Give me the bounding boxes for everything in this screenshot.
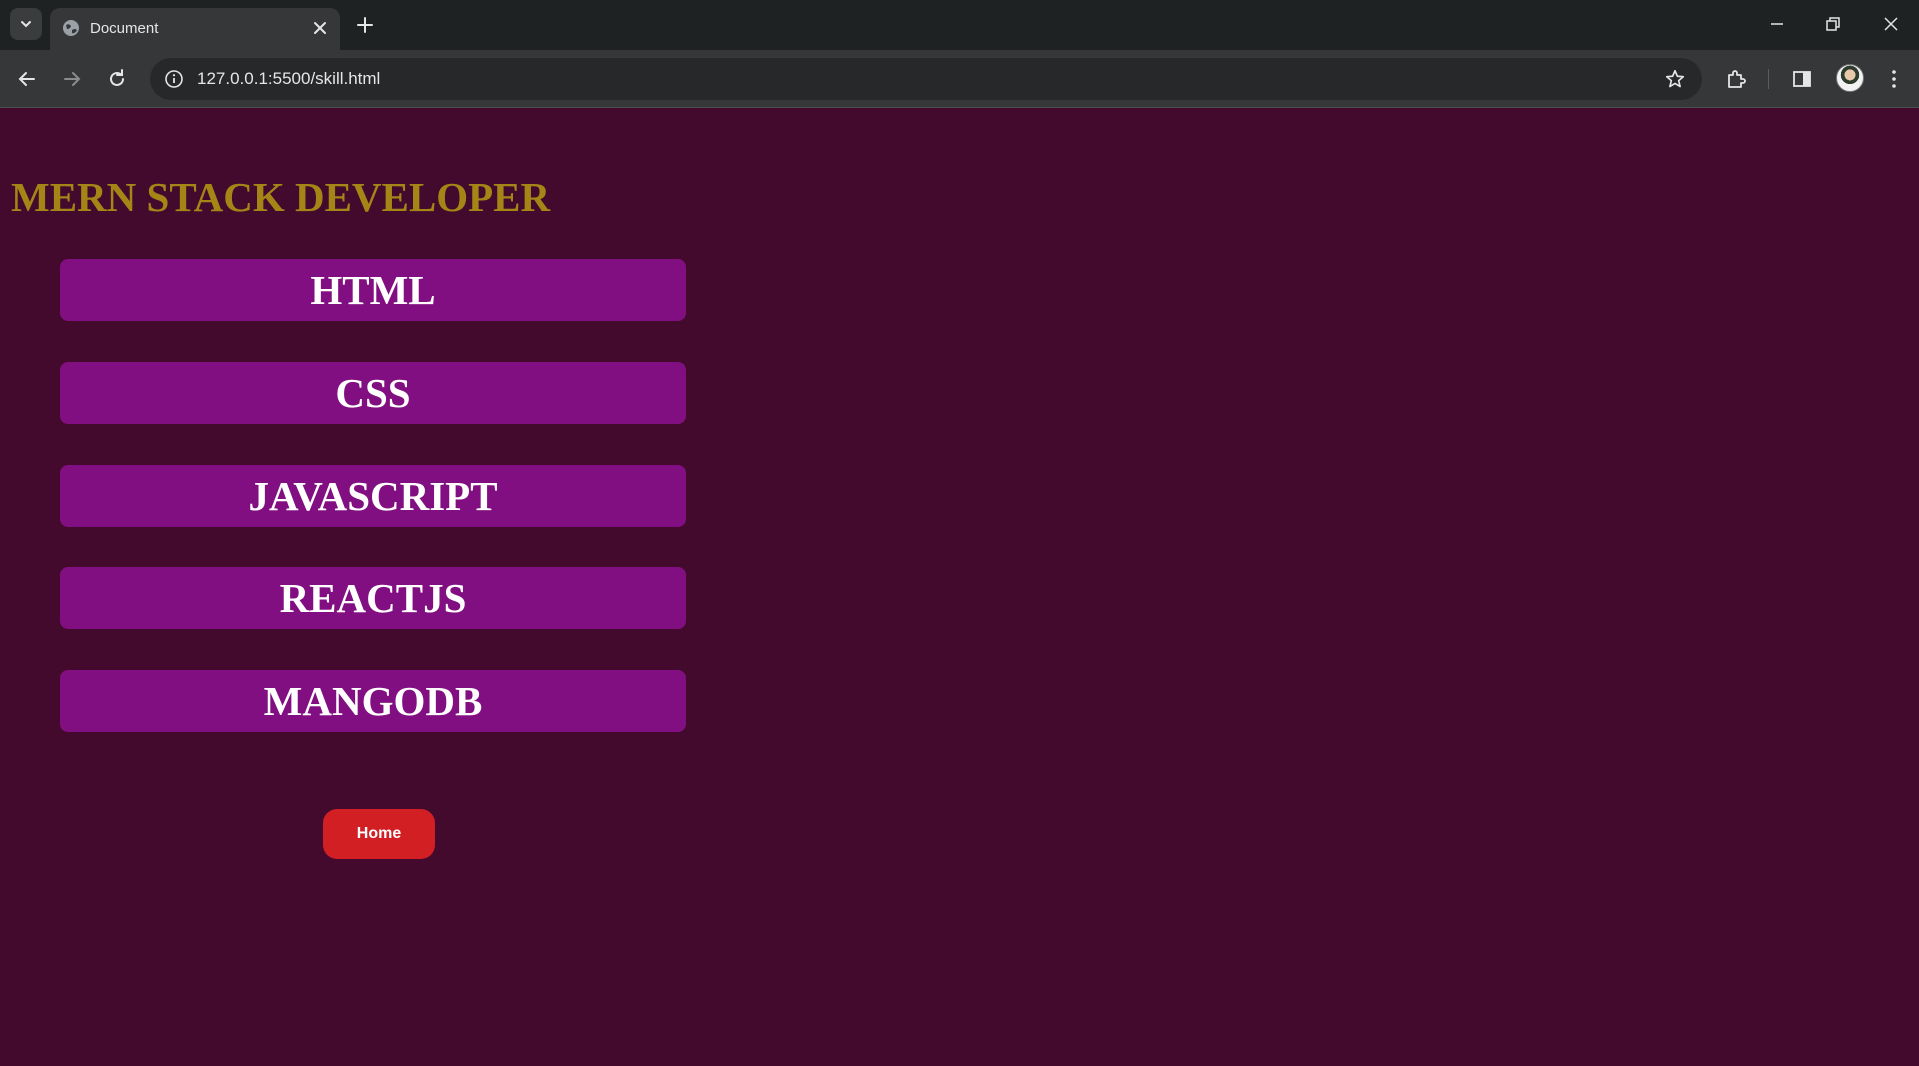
skill-button-css[interactable]: CSS [60,362,686,424]
skill-button-reactjs[interactable]: REACTJS [60,567,686,629]
back-arrow-icon[interactable] [15,67,39,91]
close-window-icon[interactable] [1881,14,1901,34]
tab-title: Document [90,20,159,37]
page-title: MERN STACK DEVELOPER [11,174,551,220]
skill-button-javascript[interactable]: JAVASCRIPT [60,465,686,527]
close-tab-icon[interactable] [312,20,328,36]
tab-search-button[interactable] [10,8,42,40]
side-panel-icon[interactable] [1790,67,1814,91]
address-bar[interactable]: 127.0.0.1:5500/skill.html [150,58,1702,100]
skill-button-html[interactable]: HTML [60,259,686,321]
reload-icon[interactable] [105,67,129,91]
bookmark-star-icon[interactable] [1664,68,1686,90]
restore-icon[interactable] [1823,14,1843,34]
globe-icon [63,20,79,36]
site-info-icon[interactable] [164,69,184,89]
chevron-down-icon [21,21,31,28]
more-menu-icon[interactable] [1882,67,1906,91]
minimize-icon[interactable] [1767,14,1787,34]
skill-button-mangodb[interactable]: MANGODB [60,670,686,732]
profile-avatar[interactable] [1836,64,1864,92]
tab-strip: Document [0,0,1919,50]
browser-tab[interactable]: Document [50,8,340,50]
url-text[interactable]: 127.0.0.1:5500/skill.html [197,69,380,89]
forward-arrow-icon[interactable] [60,67,84,91]
toolbar-separator [1768,69,1769,89]
page-content: MERN STACK DEVELOPER HTML CSS JAVASCRIPT… [0,109,1919,1066]
home-button[interactable]: Home [323,809,435,859]
new-tab-icon[interactable] [353,13,377,37]
extensions-icon[interactable] [1724,67,1748,91]
browser-toolbar: 127.0.0.1:5500/skill.html [0,50,1919,108]
